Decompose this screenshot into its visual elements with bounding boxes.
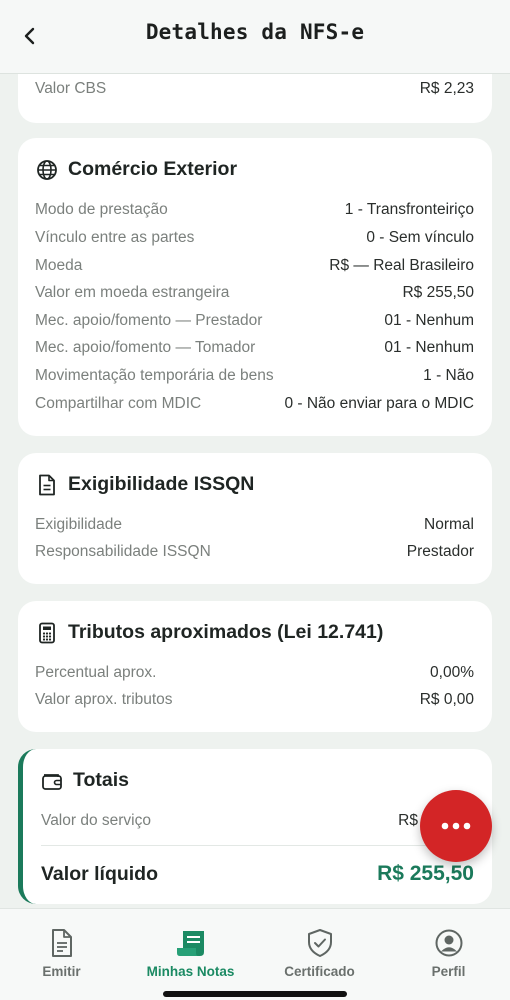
home-indicator <box>163 991 347 997</box>
user-circle-icon <box>434 928 464 958</box>
details-scroll-area[interactable]: Valor CBS R$ 2,23 Comércio Exterior Modo… <box>0 74 510 908</box>
row-label: Valor em moeda estrangeira <box>35 284 230 301</box>
row-value: 1 - Transfronteiriço <box>344 201 474 218</box>
card-title: Totais <box>73 769 129 791</box>
top-app-bar: Detalhes da NFS-e <box>0 0 510 74</box>
tab-label: Emitir <box>42 964 81 979</box>
divider <box>41 845 474 846</box>
card-header: Tributos aproximados (Lei 12.741) <box>36 621 383 644</box>
comercio-exterior-card: Comércio Exterior Modo de prestação 1 - … <box>18 138 492 436</box>
row-value: R$ — Real Brasileiro <box>329 257 474 274</box>
globe-icon <box>36 159 58 181</box>
detail-row: Vínculo entre as partes 0 - Sem vínculo <box>35 226 474 250</box>
row-value: 1 - Não <box>423 367 474 384</box>
card-title: Tributos aproximados (Lei 12.741) <box>68 621 384 643</box>
row-label: Modo de prestação <box>35 201 168 218</box>
detail-row: Valor CBS R$ 2,23 <box>35 77 474 101</box>
detail-row: Valor do serviço R$ <box>41 809 474 833</box>
row-value: 01 - Nenhum <box>384 339 474 356</box>
row-label: Mec. apoio/fomento — Prestador <box>35 312 263 329</box>
card-title: Comércio Exterior <box>68 158 238 180</box>
tributos-card: Tributos aproximados (Lei 12.741) Percen… <box>18 601 492 732</box>
card-header: Exigibilidade ISSQN <box>36 473 254 496</box>
row-label: Exigibilidade <box>35 516 123 533</box>
row-label: Moeda <box>35 257 83 274</box>
tributacao-card: Valor CBS R$ 2,23 <box>18 74 492 123</box>
detail-row: Compartilhar com MDIC 0 - Não enviar par… <box>35 392 474 416</box>
row-value: R$ 0,00 <box>419 691 474 708</box>
row-label: Percentual aprox. <box>35 664 157 681</box>
row-value: R$ 2,23 <box>419 80 474 97</box>
row-label: Vínculo entre as partes <box>35 229 195 246</box>
detail-row: Valor em moeda estrangeira R$ 255,50 <box>35 281 474 305</box>
detail-row: Moeda R$ — Real Brasileiro <box>35 254 474 278</box>
more-horizontal-icon <box>441 822 471 830</box>
page-title: Detalhes da NFS-e <box>145 20 365 44</box>
shield-check-icon <box>305 928 335 958</box>
row-label: Mec. apoio/fomento — Tomador <box>35 339 256 356</box>
calculator-icon <box>36 622 58 644</box>
more-actions-button[interactable] <box>420 790 492 862</box>
row-label: Valor aprox. tributos <box>35 691 173 708</box>
row-value: 01 - Nenhum <box>384 312 474 329</box>
detail-row: Movimentação temporária de bens 1 - Não <box>35 364 474 388</box>
tab-certificado[interactable]: Certificado <box>256 909 383 989</box>
row-label: Valor do serviço <box>41 812 151 829</box>
tab-perfil[interactable]: Perfil <box>385 909 510 989</box>
detail-row: Modo de prestação 1 - Transfronteiriço <box>35 198 474 222</box>
document-icon <box>36 474 58 496</box>
row-label: Valor CBS <box>35 80 107 97</box>
tab-emitir[interactable]: Emitir <box>0 909 125 989</box>
document-edit-icon <box>50 928 74 958</box>
row-label: Movimentação temporária de bens <box>35 367 274 384</box>
detail-row: Responsabilidade ISSQN Prestador <box>35 540 474 564</box>
row-value: R$ <box>398 812 418 829</box>
tab-label: Certificado <box>284 964 355 979</box>
row-label: Responsabilidade ISSQN <box>35 543 211 560</box>
row-label: Compartilhar com MDIC <box>35 395 202 412</box>
detail-row: Valor aprox. tributos R$ 0,00 <box>35 688 474 712</box>
exigibilidade-card: Exigibilidade ISSQN Exigibilidade Normal… <box>18 453 492 584</box>
row-value: Prestador <box>406 543 474 560</box>
card-header: Totais <box>41 769 129 792</box>
row-value: 0 - Não enviar para o MDIC <box>284 395 474 412</box>
total-value: R$ 255,50 <box>377 862 474 885</box>
detail-row: Mec. apoio/fomento — Tomador 01 - Nenhum <box>35 336 474 360</box>
tab-label: Minhas Notas <box>146 964 235 979</box>
tab-minhas-notas[interactable]: Minhas Notas <box>127 909 254 989</box>
detail-row: Percentual aprox. 0,00% <box>35 661 474 685</box>
detail-row: Mec. apoio/fomento — Prestador 01 - Nenh… <box>35 309 474 333</box>
row-value: 0 - Sem vínculo <box>366 229 474 246</box>
tab-label: Perfil <box>431 964 466 979</box>
card-header: Comércio Exterior <box>36 158 237 181</box>
row-value: 0,00% <box>430 664 474 681</box>
card-title: Exigibilidade ISSQN <box>68 473 255 495</box>
notes-icon <box>174 928 208 958</box>
wallet-icon <box>41 770 63 792</box>
row-value: R$ 255,50 <box>402 284 474 301</box>
detail-row: Exigibilidade Normal <box>35 513 474 537</box>
row-value: Normal <box>424 516 474 533</box>
total-row: Valor líquido R$ 255,50 <box>41 859 474 889</box>
total-label: Valor líquido <box>41 862 159 885</box>
bottom-tab-bar: Emitir Minhas Notas Certificado Perfil <box>0 908 510 1000</box>
